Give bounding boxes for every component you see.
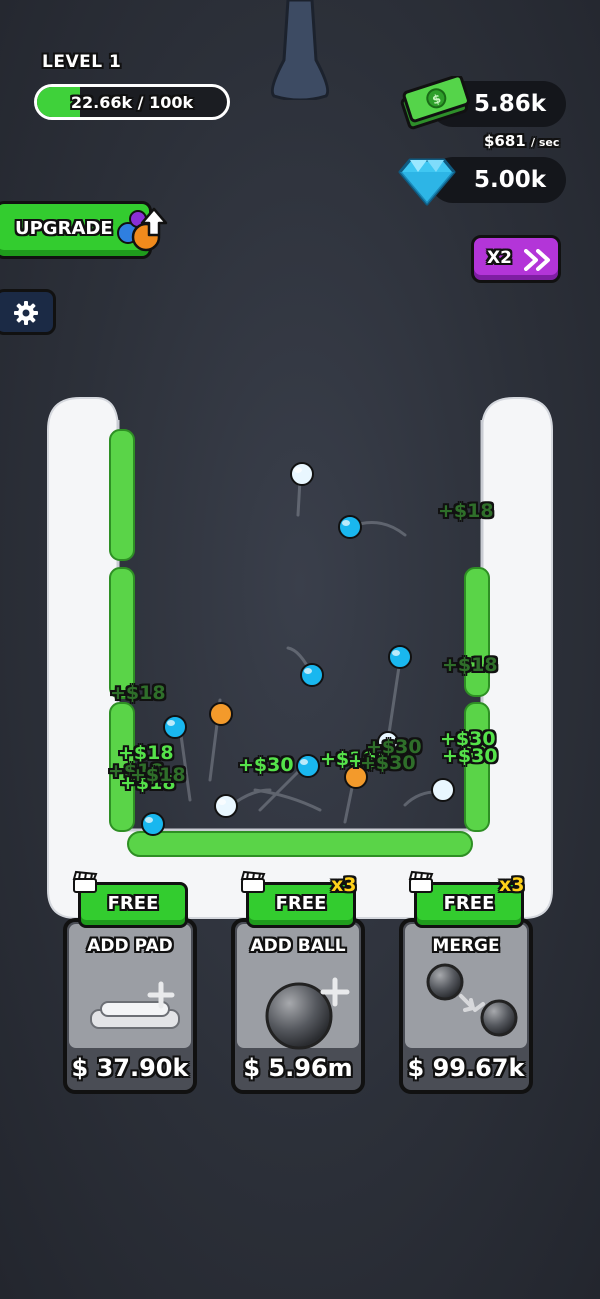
card-price: $ 37.90k — [71, 1054, 189, 1082]
card-panel: MERGE — [405, 924, 527, 1048]
card-panel: ADD PAD — [69, 924, 191, 1048]
bumper-pad — [464, 567, 490, 697]
ball — [338, 515, 362, 539]
video-ad-icon — [408, 870, 434, 893]
income-rate-unit: / sec — [530, 136, 560, 149]
bumper-pad — [464, 702, 490, 832]
video-ad-icon — [240, 870, 266, 893]
upgrade-label: UPGRADE — [15, 218, 113, 239]
merge-icon — [426, 963, 518, 1037]
fast-forward-icon — [524, 249, 550, 271]
card-panel: ADD BALL — [237, 924, 359, 1050]
ball — [290, 462, 314, 486]
earning-popup: +$18 — [442, 654, 498, 676]
earning-popup: +$18 — [110, 682, 166, 704]
ball — [209, 702, 233, 726]
bumper-pad — [127, 831, 473, 857]
gear-icon — [14, 301, 38, 325]
card-price: $ 5.96m — [243, 1054, 353, 1082]
ball-spout — [270, 0, 330, 100]
card-title: ADD BALL — [250, 936, 346, 956]
ball — [388, 645, 412, 669]
add-ball-card[interactable]: ADD BALL $ 5.96m — [231, 918, 365, 1094]
earning-popup: +$30 — [442, 745, 498, 767]
x2-label: X2 — [487, 248, 512, 268]
gem-value: 5.00k — [473, 167, 546, 193]
earning-popup: +$18 — [438, 500, 494, 522]
add-pad-card[interactable]: ADD PAD $ 37.90k — [63, 918, 197, 1094]
card-title: ADD PAD — [87, 936, 173, 956]
merge-card[interactable]: MERGE $ 99.67k — [399, 918, 533, 1094]
bumper-pad — [109, 429, 135, 561]
level-progress-bar: 22.66k / 100k — [34, 84, 230, 120]
pad-icon — [90, 981, 180, 1029]
level-progress-text: 22.66k / 100k — [70, 93, 194, 112]
ball — [163, 715, 187, 739]
x2-speed-button[interactable]: X2 — [471, 235, 561, 283]
ball — [214, 794, 238, 818]
income-rate: $681 / sec — [484, 132, 559, 150]
balls-upgrade-icon — [117, 207, 168, 252]
free-label: FREE — [275, 893, 327, 914]
earning-popup: +$30 — [238, 754, 294, 776]
multiplier-badge: x3 — [331, 874, 357, 896]
ball — [431, 778, 455, 802]
cash-value: 5.86k — [473, 91, 546, 117]
ball — [296, 754, 320, 778]
ball-container — [47, 397, 553, 919]
diamond-icon — [398, 158, 456, 206]
bumper-pad — [109, 567, 135, 699]
earning-popup: +$30 — [360, 752, 416, 774]
cash-icon: $ — [400, 76, 470, 130]
free-label: FREE — [107, 893, 159, 914]
ball — [300, 663, 324, 687]
level-label: LEVEL 1 — [42, 52, 122, 72]
video-ad-icon — [72, 870, 98, 893]
ball-icon — [265, 977, 350, 1050]
card-title: MERGE — [432, 936, 500, 956]
settings-button[interactable] — [0, 289, 56, 335]
earning-popup: +$18 — [130, 764, 186, 786]
multiplier-badge: x3 — [499, 874, 525, 896]
income-rate-value: $681 — [484, 132, 526, 150]
card-price: $ 99.67k — [407, 1054, 525, 1082]
ball — [141, 812, 165, 836]
free-label: FREE — [443, 893, 495, 914]
